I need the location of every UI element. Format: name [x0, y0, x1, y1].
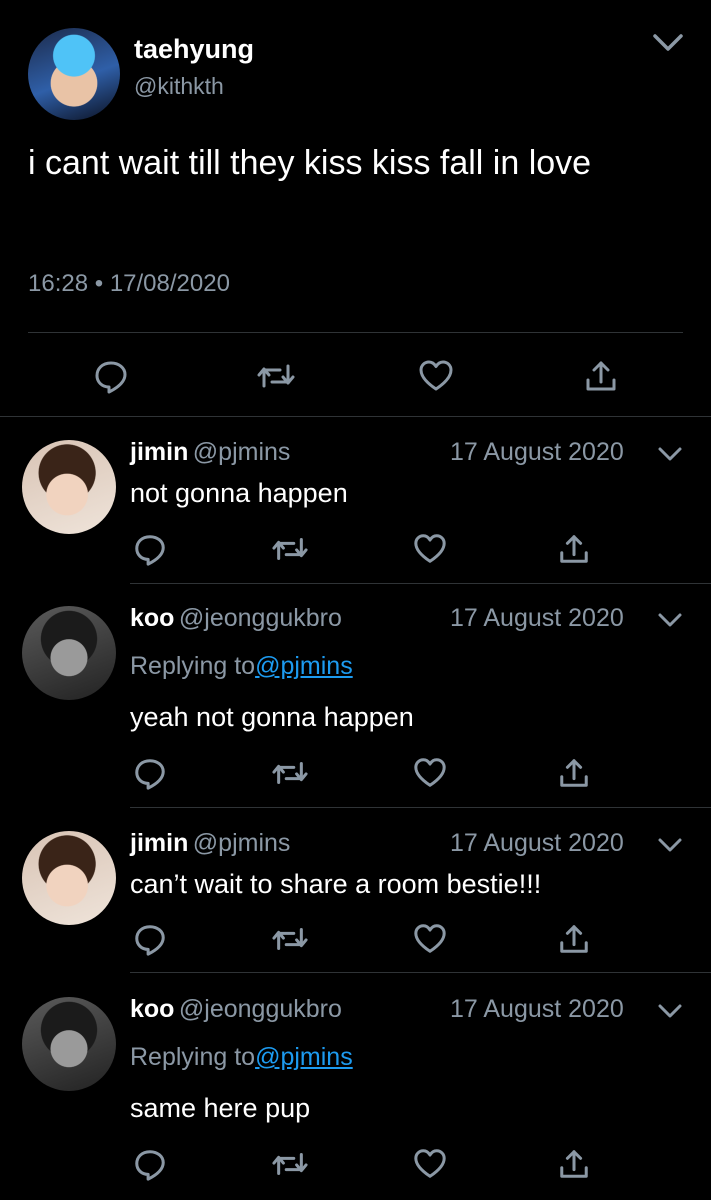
reply-text: yeah not gonna happen	[130, 702, 414, 732]
divider	[28, 332, 683, 333]
divider	[0, 416, 711, 417]
reply-date[interactable]: 17 August 2020	[450, 438, 650, 467]
reply-action-bar	[0, 752, 711, 792]
reply-icon[interactable]	[133, 756, 167, 790]
reply-action-bar	[0, 918, 711, 958]
retweet-icon[interactable]	[271, 756, 309, 790]
share-icon[interactable]	[584, 358, 618, 394]
handle[interactable]: @pjmins	[193, 829, 291, 857]
reply-date[interactable]: 17 August 2020	[450, 829, 650, 858]
handle[interactable]: @jeonggukbro	[179, 995, 342, 1023]
replying-to-label: Replying to	[130, 1043, 256, 1071]
mention-link[interactable]: @pjmins	[255, 1043, 353, 1071]
reply-text: not gonna happen	[130, 478, 348, 508]
reply-date[interactable]: 17 August 2020	[450, 604, 650, 633]
display-name[interactable]: taehyung	[134, 34, 254, 65]
reply-action-bar	[0, 528, 711, 568]
share-icon[interactable]	[558, 922, 590, 956]
heart-icon[interactable]	[413, 756, 447, 790]
divider	[130, 807, 711, 808]
chevron-down-icon[interactable]	[650, 30, 686, 56]
retweet-icon[interactable]	[256, 358, 296, 394]
meta-separator: •	[94, 270, 104, 297]
retweet-icon[interactable]	[271, 532, 309, 566]
share-icon[interactable]	[558, 1147, 590, 1181]
reply-action-bar	[0, 1143, 711, 1183]
reply-icon[interactable]	[133, 1147, 167, 1181]
retweet-icon[interactable]	[271, 922, 309, 956]
avatar[interactable]	[22, 606, 116, 700]
divider	[130, 972, 711, 973]
heart-icon[interactable]	[413, 922, 447, 956]
reply-icon[interactable]	[133, 532, 167, 566]
share-icon[interactable]	[558, 532, 590, 566]
tweet-timestamp: 16:28 • 17/08/2020	[28, 270, 230, 298]
mention-link[interactable]: @pjmins	[255, 652, 353, 680]
avatar[interactable]	[22, 440, 116, 534]
reply-icon[interactable]	[133, 922, 167, 956]
tweet-text: i cant wait till they kiss kiss fall in …	[28, 144, 592, 182]
tweet-time: 16:28	[28, 270, 89, 297]
handle[interactable]: @jeonggukbro	[179, 604, 342, 632]
heart-icon[interactable]	[413, 532, 447, 566]
chevron-down-icon[interactable]	[656, 610, 684, 630]
reply-date[interactable]: 17 August 2020	[450, 995, 650, 1024]
replying-to: Replying to@pjmins	[130, 1043, 353, 1072]
heart-icon[interactable]	[413, 1147, 447, 1181]
replying-to-label: Replying to	[130, 652, 256, 680]
handle[interactable]: @kithkth	[134, 73, 224, 100]
avatar[interactable]	[22, 831, 116, 925]
display-name[interactable]: koo	[130, 995, 174, 1023]
avatar[interactable]	[28, 28, 120, 120]
replying-to: Replying to@pjmins	[130, 652, 353, 681]
retweet-icon[interactable]	[271, 1147, 309, 1181]
main-action-bar	[0, 352, 711, 400]
reply-text: can’t wait to share a room bestie!!!	[130, 869, 542, 899]
chevron-down-icon[interactable]	[656, 1001, 684, 1021]
reply-icon[interactable]	[93, 358, 129, 394]
divider	[130, 583, 711, 584]
display-name[interactable]: koo	[130, 604, 174, 632]
handle[interactable]: @pjmins	[193, 438, 291, 466]
chevron-down-icon[interactable]	[656, 444, 684, 464]
tweet-date: 17/08/2020	[109, 270, 230, 297]
chevron-down-icon[interactable]	[656, 835, 684, 855]
display-name[interactable]: jimin	[130, 829, 188, 857]
display-name[interactable]: jimin	[130, 438, 188, 466]
reply-text: same here pup	[130, 1093, 311, 1123]
share-icon[interactable]	[558, 756, 590, 790]
heart-icon[interactable]	[418, 358, 454, 394]
avatar[interactable]	[22, 997, 116, 1091]
